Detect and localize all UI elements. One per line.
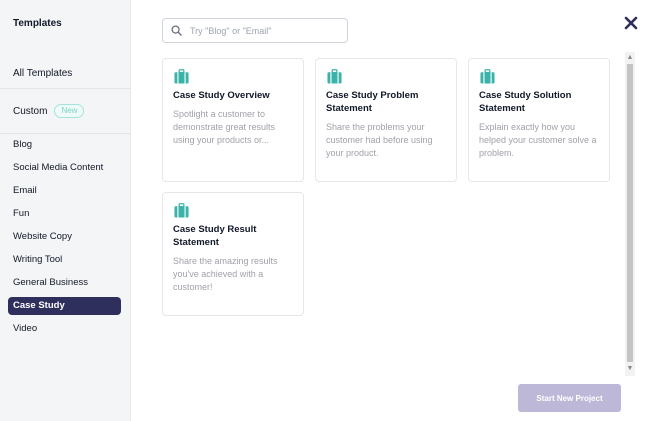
- scroll-up-arrow-icon[interactable]: ▲: [625, 53, 635, 63]
- card-title: Case Study Overview: [173, 90, 270, 101]
- sidebar-divider: [0, 133, 131, 134]
- sidebar-item-fun[interactable]: Fun: [8, 205, 121, 223]
- card-description: Spotlight a customer to demonstrate grea…: [173, 109, 276, 145]
- sidebar-item-general-business[interactable]: General Business: [8, 274, 121, 292]
- card-title: Case Study Result Statement: [173, 224, 257, 248]
- sidebar-category-list: Blog Social Media Content Email Fun Webs…: [8, 136, 121, 343]
- briefcase-icon: [174, 203, 189, 218]
- sidebar-title: Templates: [13, 18, 62, 29]
- sidebar-item-social-media-content[interactable]: Social Media Content: [8, 159, 121, 177]
- briefcase-icon: [480, 69, 495, 84]
- sidebar-item-custom[interactable]: Custom New: [13, 104, 85, 118]
- card-description: Explain exactly how you helped your cust…: [479, 122, 597, 158]
- new-badge: New: [54, 104, 85, 118]
- close-icon[interactable]: [623, 15, 639, 31]
- sidebar-item-case-study[interactable]: Case Study: [8, 297, 121, 315]
- card-title: Case Study Solution Statement: [479, 90, 572, 114]
- sidebar-item-all-templates[interactable]: All Templates: [13, 68, 72, 79]
- search-icon: [171, 25, 182, 36]
- template-card-case-study-solution-statement[interactable]: Case Study Solution Statement Explain ex…: [468, 58, 610, 182]
- card-description: Share the problems your customer had bef…: [326, 122, 433, 158]
- briefcase-icon: [174, 69, 189, 84]
- sidebar-item-video[interactable]: Video: [8, 320, 121, 338]
- sidebar-item-email[interactable]: Email: [8, 182, 121, 200]
- template-card-case-study-result-statement[interactable]: Case Study Result Statement Share the am…: [162, 192, 304, 316]
- search-input[interactable]: [188, 24, 342, 37]
- sidebar: Templates All Templates Custom New Blog …: [0, 0, 131, 421]
- card-title: Case Study Problem Statement: [326, 90, 419, 114]
- template-card-case-study-overview[interactable]: Case Study Overview Spotlight a customer…: [162, 58, 304, 182]
- search-box[interactable]: [162, 18, 348, 43]
- sidebar-item-writing-tool[interactable]: Writing Tool: [8, 251, 121, 269]
- sidebar-divider: [0, 88, 131, 89]
- template-card-case-study-problem-statement[interactable]: Case Study Problem Statement Share the p…: [315, 58, 457, 182]
- sidebar-item-blog[interactable]: Blog: [8, 136, 121, 154]
- sidebar-item-website-copy[interactable]: Website Copy: [8, 228, 121, 246]
- briefcase-icon: [327, 69, 342, 84]
- scrollbar-thumb[interactable]: [627, 64, 633, 362]
- scroll-down-arrow-icon[interactable]: ▼: [625, 364, 635, 374]
- card-description: Share the amazing results you've achieve…: [173, 256, 278, 292]
- start-new-project-button[interactable]: Start New Project: [518, 384, 621, 412]
- sidebar-item-label: Custom: [13, 105, 48, 117]
